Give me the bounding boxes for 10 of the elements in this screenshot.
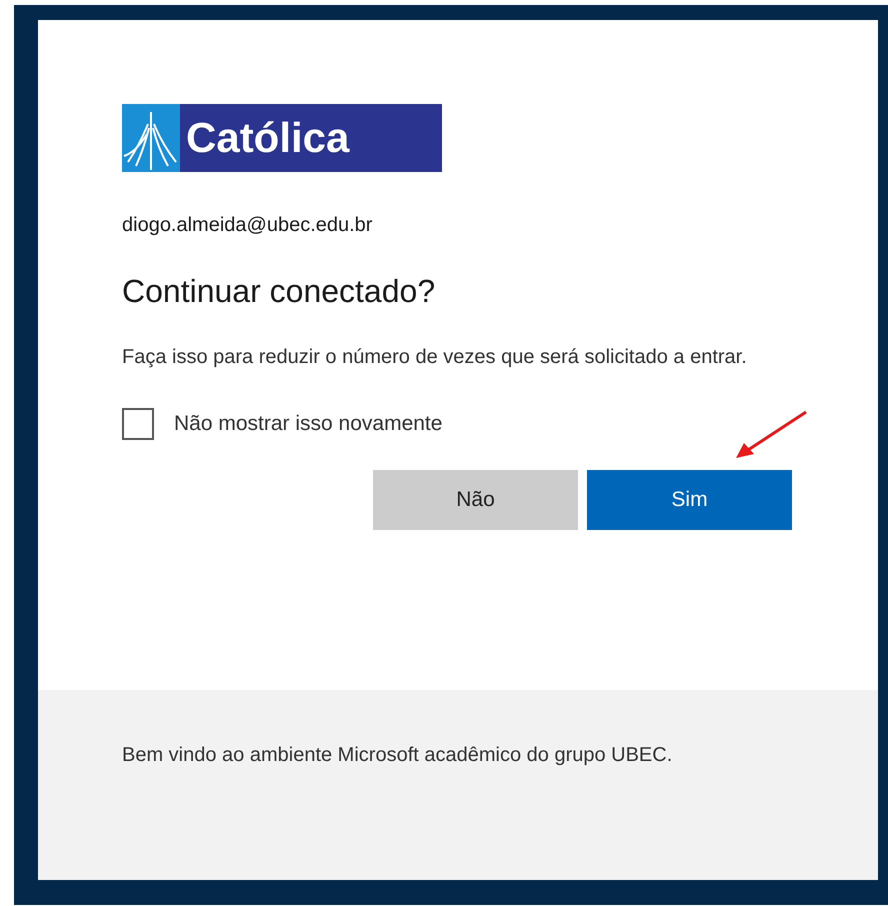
footer-text: Bem vindo ao ambiente Microsoft acadêmico do grupo UBEC. [122, 743, 674, 768]
description-text: Faça isso para reduzir o número de vezes que será solicitado a entrar. [122, 345, 748, 370]
logo-text: Católica [186, 114, 350, 162]
dialog-title: Continuar conectado? [122, 273, 436, 310]
account-email: diogo.almeida@ubec.edu.br [122, 214, 374, 237]
checkbox[interactable] [122, 408, 154, 440]
checkbox-label[interactable]: Não mostrar isso novamente [174, 412, 442, 436]
no-button[interactable]: Não [373, 470, 578, 530]
cathedral-icon [122, 104, 180, 172]
yes-button[interactable]: Sim [587, 470, 792, 530]
